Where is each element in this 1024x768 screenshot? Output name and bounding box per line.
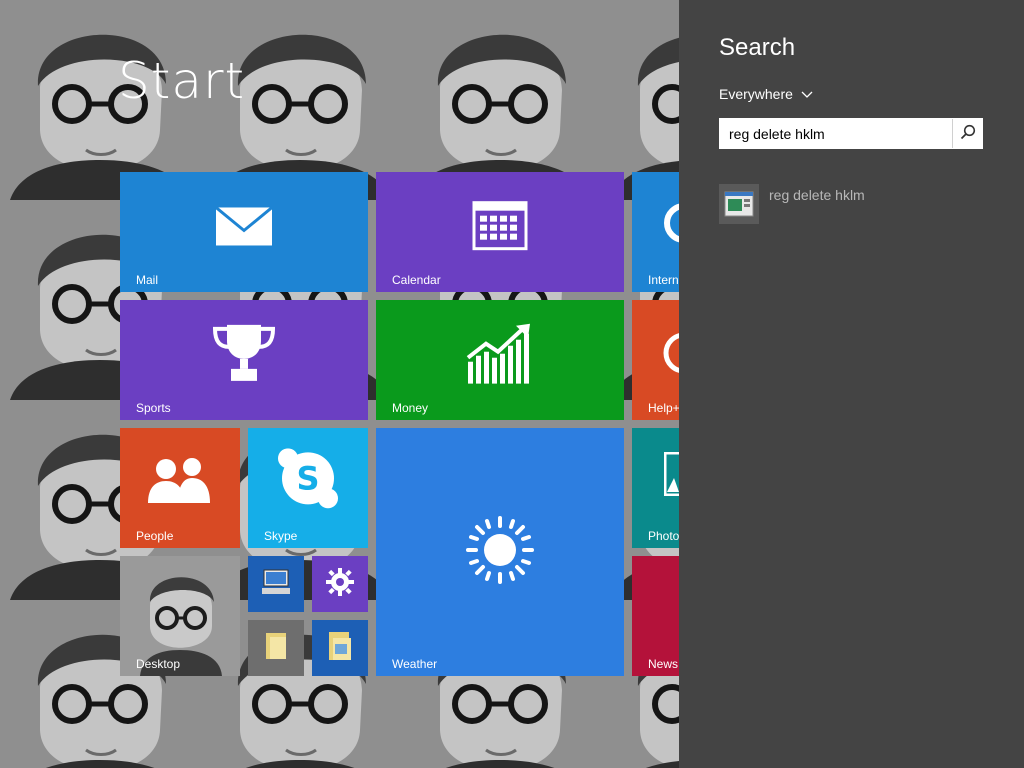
weather-tile[interactable]: Weather <box>376 428 624 676</box>
search-charm-panel: Search Everywhere reg delete hklm <box>679 0 1024 768</box>
help-icon <box>660 330 679 380</box>
gear-icon <box>325 567 355 601</box>
desktop-tile-label: Desktop <box>136 657 181 671</box>
search-box <box>719 118 983 149</box>
photos-tile[interactable]: Photo <box>632 428 679 548</box>
sports-tile-label: Sports <box>136 401 171 415</box>
sun-icon <box>465 515 535 589</box>
chart-icon <box>466 322 534 388</box>
documents-tile[interactable] <box>312 620 368 676</box>
internet-explorer-icon <box>662 200 679 250</box>
trophy-icon <box>211 323 277 387</box>
mail-tile[interactable]: Mail <box>120 172 368 292</box>
search-icon <box>960 124 976 144</box>
money-tile-label: Money <box>392 401 429 415</box>
folder-icon <box>327 630 353 666</box>
start-title: Start <box>118 52 246 110</box>
people-tile-label: People <box>136 529 174 543</box>
file-explorer-tile[interactable] <box>248 620 304 676</box>
mail-icon <box>215 206 273 250</box>
pc-settings-tile[interactable] <box>312 556 368 612</box>
search-scope-label: Everywhere <box>719 86 793 102</box>
skype-tile[interactable]: S Skype <box>248 428 368 548</box>
wallpaper-portrait <box>400 0 600 200</box>
wallpaper-portrait <box>600 0 679 200</box>
search-heading: Search <box>719 34 796 61</box>
skype-icon: S <box>278 448 338 512</box>
svg-text:S: S <box>296 459 319 497</box>
search-result-label: reg delete hklm <box>769 187 865 203</box>
chevron-down-icon <box>801 86 813 102</box>
search-scope-dropdown[interactable]: Everywhere <box>719 86 813 102</box>
computer-icon <box>260 568 292 600</box>
skype-tile-label: Skype <box>264 529 298 543</box>
calendar-icon <box>472 201 528 255</box>
news-tile-label: News <box>648 657 679 671</box>
money-tile[interactable]: Money <box>376 300 624 420</box>
internet-explorer-tile[interactable]: Intern <box>632 172 679 292</box>
photos-tile-label: Photo <box>648 529 679 543</box>
mail-tile-label: Mail <box>136 273 159 287</box>
news-tile[interactable]: News <box>632 556 679 676</box>
help-tile[interactable]: Help+ <box>632 300 679 420</box>
help-tile-label: Help+ <box>648 401 679 415</box>
internet-explorer-tile-label: Intern <box>648 273 679 287</box>
sports-tile[interactable]: Sports <box>120 300 368 420</box>
people-icon <box>148 457 212 507</box>
this-pc-tile[interactable] <box>248 556 304 612</box>
desktop-tile[interactable]: Desktop <box>120 556 240 676</box>
photo-icon <box>663 451 679 500</box>
search-input[interactable] <box>720 119 952 148</box>
weather-tile-label: Weather <box>392 657 438 671</box>
command-icon <box>719 184 759 224</box>
search-button[interactable] <box>952 119 982 148</box>
people-tile[interactable]: People <box>120 428 240 548</box>
search-result-item[interactable]: reg delete hklm <box>719 184 989 224</box>
folder-icon <box>264 631 288 665</box>
calendar-tile-label: Calendar <box>392 273 441 287</box>
calendar-tile[interactable]: Calendar <box>376 172 624 292</box>
